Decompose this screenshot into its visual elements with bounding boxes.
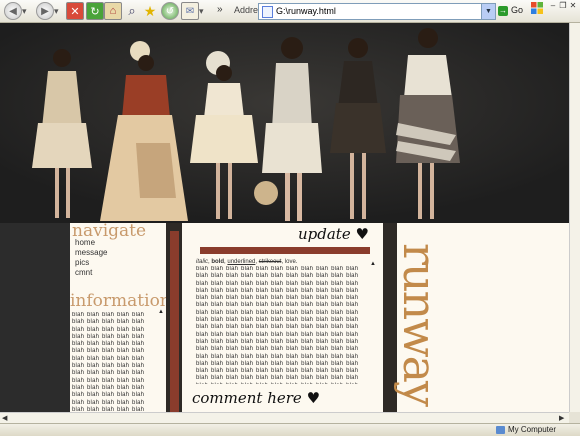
style-underlined: underlined	[227, 259, 256, 265]
runway-models-illustration	[0, 23, 569, 223]
info-scroll-up-icon[interactable]: ▲	[158, 309, 164, 315]
security-zone: My Computer	[496, 425, 556, 434]
style-love: love	[284, 259, 296, 265]
scrollbar-corner	[569, 412, 580, 423]
go-button[interactable]: → Go	[498, 3, 523, 18]
nav-link-pics[interactable]: pics	[75, 258, 107, 268]
back-dropdown-icon[interactable]: ▾	[22, 2, 27, 20]
update-scroll-up-icon[interactable]: ▲	[370, 261, 376, 267]
update-column: update ♥ italic, bold, underlined, strik…	[182, 223, 383, 412]
page-icon	[262, 6, 273, 18]
left-dark-margin	[0, 223, 70, 412]
update-divider	[200, 247, 370, 254]
mail-icon[interactable]: ✉	[181, 2, 199, 20]
toolbar-overflow-chevron[interactable]: »	[217, 0, 223, 18]
history-icon[interactable]: ↺	[161, 2, 179, 20]
runway-banner-image	[0, 23, 569, 223]
nav-list: home message pics cmnt	[75, 238, 107, 278]
update-text: blah blah blah blah blah blah blah blah …	[196, 266, 359, 384]
restore-icon[interactable]: ❐	[558, 1, 568, 10]
right-column: runway	[383, 223, 569, 412]
information-text: blah blah blah blah blah blah blah blah …	[72, 312, 145, 412]
minimize-icon[interactable]: –	[548, 1, 558, 10]
nav-link-message[interactable]: message	[75, 248, 107, 258]
forward-dropdown-icon[interactable]: ▾	[54, 2, 59, 20]
left-column: navigate home message pics cmnt informat…	[70, 221, 171, 412]
favorites-icon[interactable]: ★	[142, 2, 158, 20]
nav-link-cmnt[interactable]: cmnt	[75, 268, 107, 278]
forward-icon[interactable]: ▶	[36, 2, 54, 20]
address-bar[interactable]: G:\runway.html ▼	[258, 3, 496, 20]
stop-icon[interactable]: ✕	[66, 2, 84, 20]
style-sample: italic, bold, underlined, strikeout, lov…	[196, 259, 298, 265]
scroll-right-icon[interactable]: ▶	[559, 414, 564, 422]
refresh-icon[interactable]: ↻	[86, 2, 104, 20]
search-icon[interactable]: ⌕	[124, 2, 140, 20]
status-bar: My Computer	[0, 423, 580, 436]
vertical-scrollbar[interactable]	[569, 23, 580, 412]
address-dropdown-icon[interactable]: ▼	[481, 4, 495, 19]
windows-logo-icon	[531, 2, 543, 14]
information-heading: information	[70, 291, 171, 311]
close-icon[interactable]: ✕	[568, 1, 578, 10]
home-icon[interactable]: ⌂	[104, 2, 122, 20]
page-viewport: navigate home message pics cmnt informat…	[0, 23, 569, 412]
address-value[interactable]: G:\runway.html	[276, 6, 336, 16]
zone-label: My Computer	[508, 425, 557, 434]
update-heading: update ♥	[298, 225, 369, 243]
nav-link-home[interactable]: home	[75, 238, 107, 248]
go-label: Go	[511, 5, 524, 15]
back-icon[interactable]: ◀	[4, 2, 22, 20]
scroll-left-icon[interactable]: ◀	[2, 414, 7, 422]
style-strikeout: strikeout	[258, 259, 282, 265]
style-bold: bold	[211, 259, 225, 265]
style-italic: italic	[196, 259, 209, 265]
computer-icon	[496, 425, 505, 434]
browser-toolbar: ◀ ▾ ▶ ▾ ✕ ↻ ⌂ ⌕ ★ ↺ ✉ ▾ » Address G:\run…	[0, 0, 580, 23]
comment-link[interactable]: comment here ♥	[192, 389, 320, 407]
accent-bar	[170, 231, 179, 412]
runway-side-title: runway	[393, 243, 447, 406]
mail-dropdown-icon[interactable]: ▾	[199, 2, 204, 20]
go-arrow-icon: →	[498, 6, 508, 16]
